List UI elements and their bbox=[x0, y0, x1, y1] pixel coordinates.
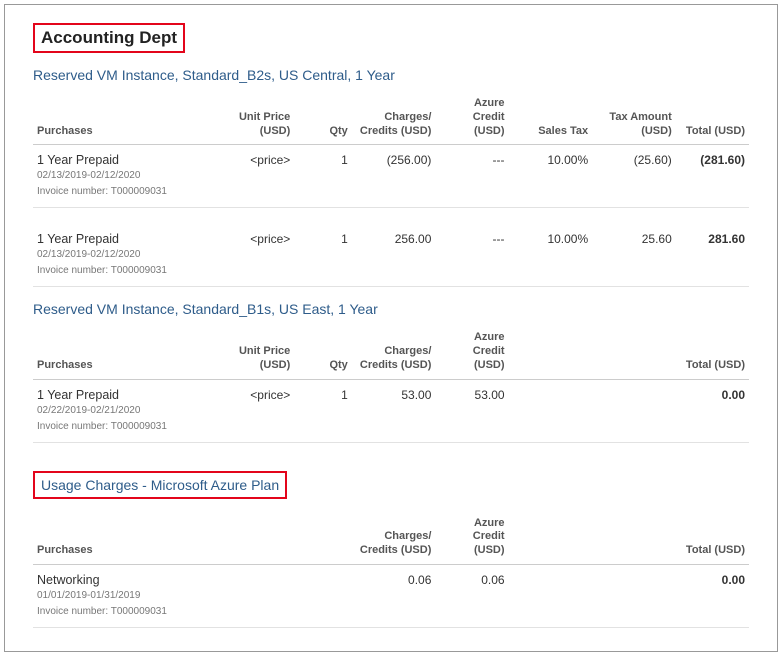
cell-charges: 256.00 bbox=[352, 224, 436, 287]
table-header-row: Purchases Unit Price (USD) Qty Charges/ … bbox=[33, 91, 749, 145]
cell-charges: 0.06 bbox=[352, 564, 436, 627]
cell-azurecredit: 53.00 bbox=[435, 379, 508, 442]
purchase-name: 1 Year Prepaid bbox=[37, 153, 207, 167]
col-purchases: Purchases bbox=[33, 91, 211, 145]
invoice-number: Invoice number: T000009031 bbox=[37, 420, 207, 434]
invoice-table-0: Purchases Unit Price (USD) Qty Charges/ … bbox=[33, 91, 749, 287]
page-title: Accounting Dept bbox=[33, 23, 185, 53]
document-frame: Accounting Dept Reserved VM Instance, St… bbox=[4, 4, 778, 652]
col-unitprice: Unit Price (USD) bbox=[211, 325, 295, 379]
purchase-name: 1 Year Prepaid bbox=[37, 388, 207, 402]
col-azurecredit: Azure Credit (USD) bbox=[435, 91, 508, 145]
col-azurecredit: Azure Credit (USD) bbox=[435, 325, 508, 379]
invoice-table-1: Purchases Unit Price (USD) Qty Charges/ … bbox=[33, 325, 749, 442]
table-row: 1 Year Prepaid 02/13/2019-02/12/2020 Inv… bbox=[33, 145, 749, 208]
cell-azurecredit: 0.06 bbox=[435, 564, 508, 627]
table-header-row: Purchases Charges/ Credits (USD) Azure C… bbox=[33, 511, 749, 565]
cell-total: 281.60 bbox=[676, 224, 749, 287]
cell-salestax: 10.00% bbox=[509, 224, 593, 287]
cell-charges: 1.69 bbox=[352, 644, 436, 652]
cell-azurecredit: --- bbox=[435, 224, 508, 287]
col-taxamount: Tax Amount (USD) bbox=[592, 91, 676, 145]
cell-unitprice: <price> bbox=[211, 145, 295, 208]
cell-azurecredit: --- bbox=[435, 145, 508, 208]
col-unitprice: Unit Price (USD) bbox=[211, 91, 295, 145]
col-salestax: Sales Tax bbox=[509, 91, 593, 145]
cell-total: (281.60) bbox=[676, 145, 749, 208]
table-row: 1 Year Prepaid 02/22/2019-02/21/2020 Inv… bbox=[33, 379, 749, 442]
col-total: Total (USD) bbox=[676, 325, 749, 379]
cell-taxamount: (25.60) bbox=[592, 145, 676, 208]
cell-total: 0.00 bbox=[676, 564, 749, 627]
cell-total: 0.00 bbox=[676, 379, 749, 442]
cell-salestax: 10.00% bbox=[509, 145, 593, 208]
invoice-number: Invoice number: T000009031 bbox=[37, 264, 207, 278]
col-purchases: Purchases bbox=[33, 511, 211, 565]
col-qty: Qty bbox=[294, 325, 351, 379]
invoice-table-2: Purchases Charges/ Credits (USD) Azure C… bbox=[33, 511, 749, 653]
col-charges: Charges/ Credits (USD) bbox=[352, 511, 436, 565]
cell-total: 0.00 bbox=[676, 644, 749, 652]
section-title-1: Reserved VM Instance, Standard_B1s, US E… bbox=[33, 301, 749, 317]
col-qty: Qty bbox=[294, 91, 351, 145]
cell-unitprice: <price> bbox=[211, 379, 295, 442]
col-total: Total (USD) bbox=[676, 91, 749, 145]
date-range: 01/01/2019-01/31/2019 bbox=[37, 589, 207, 603]
col-charges: Charges/ Credits (USD) bbox=[352, 91, 436, 145]
cell-azurecredit: 1.69 bbox=[435, 644, 508, 652]
col-total: Total (USD) bbox=[676, 511, 749, 565]
cell-unitprice: <price> bbox=[211, 224, 295, 287]
col-purchases: Purchases bbox=[33, 325, 211, 379]
purchase-name: 1 Year Prepaid bbox=[37, 232, 207, 246]
invoice-number: Invoice number: T000009031 bbox=[37, 605, 207, 619]
table-header-row: Purchases Unit Price (USD) Qty Charges/ … bbox=[33, 325, 749, 379]
date-range: 02/13/2019-02/12/2020 bbox=[37, 169, 207, 183]
section-title-2: Usage Charges - Microsoft Azure Plan bbox=[33, 471, 287, 499]
cell-charges: 53.00 bbox=[352, 379, 436, 442]
col-charges: Charges/ Credits (USD) bbox=[352, 325, 436, 379]
table-row: Compute 01/01/2019-01/31/2019 Invoice nu… bbox=[33, 644, 749, 652]
date-range: 02/13/2019-02/12/2020 bbox=[37, 248, 207, 262]
section-title-0: Reserved VM Instance, Standard_B2s, US C… bbox=[33, 67, 749, 83]
table-row: 1 Year Prepaid 02/13/2019-02/12/2020 Inv… bbox=[33, 224, 749, 287]
cell-qty: 1 bbox=[294, 379, 351, 442]
date-range: 02/22/2019-02/21/2020 bbox=[37, 404, 207, 418]
cell-charges: (256.00) bbox=[352, 145, 436, 208]
purchase-name: Networking bbox=[37, 573, 207, 587]
table-row: Networking 01/01/2019-01/31/2019 Invoice… bbox=[33, 564, 749, 627]
cell-qty: 1 bbox=[294, 224, 351, 287]
col-azurecredit: Azure Credit (USD) bbox=[435, 511, 508, 565]
cell-taxamount: 25.60 bbox=[592, 224, 676, 287]
cell-qty: 1 bbox=[294, 145, 351, 208]
invoice-number: Invoice number: T000009031 bbox=[37, 185, 207, 199]
